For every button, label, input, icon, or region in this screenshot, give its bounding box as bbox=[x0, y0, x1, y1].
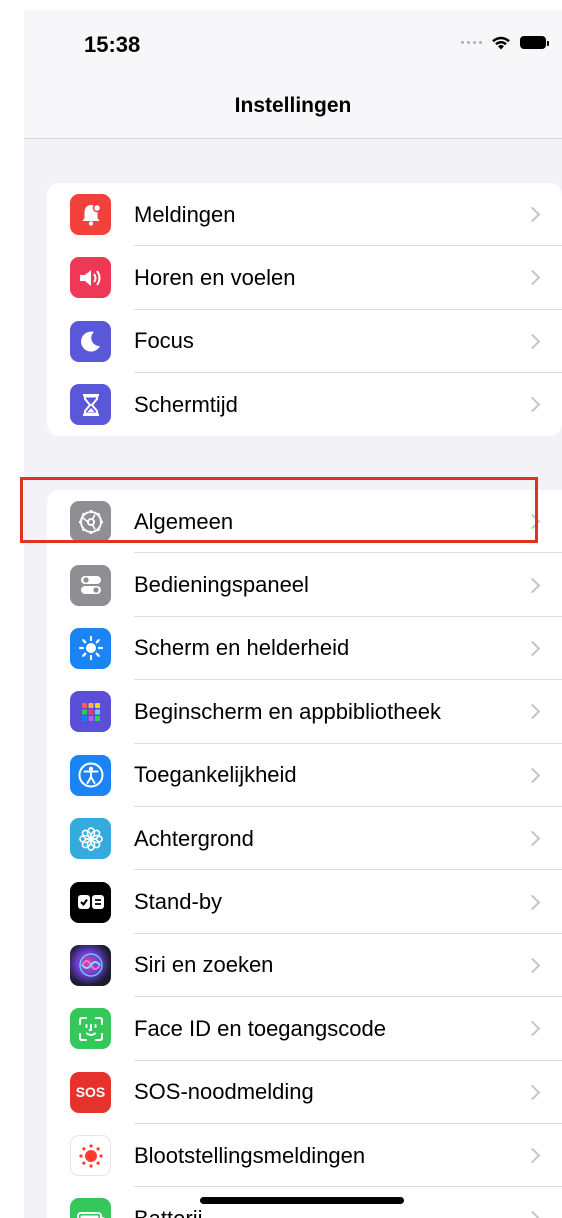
row-label: Horen en voelen bbox=[134, 264, 296, 290]
row-label: Algemeen bbox=[134, 508, 234, 534]
chevron-right-icon bbox=[524, 1021, 541, 1037]
settings-row-sos-noodmelding[interactable]: SOS SOS-noodmelding bbox=[47, 1061, 562, 1124]
settings-row-toegankelijkheid[interactable]: Toegankelijkheid bbox=[47, 744, 562, 807]
chevron-right-icon bbox=[524, 1147, 541, 1164]
chevron-right-icon bbox=[524, 577, 541, 593]
moon-icon bbox=[70, 320, 111, 362]
chevron-right-icon bbox=[524, 1211, 541, 1218]
settings-row-bedieningspaneel[interactable]: Bedieningspaneel bbox=[47, 553, 562, 617]
chevron-right-icon bbox=[524, 894, 541, 910]
chevron-right-icon bbox=[524, 396, 541, 413]
exposure-icon bbox=[70, 1135, 111, 1177]
row-label: Blootstellingsmeldingen bbox=[134, 1142, 366, 1168]
row-label: Schermtijd bbox=[134, 391, 238, 417]
settings-screen: 15:38 Instellingen Meldingen Horen en vo… bbox=[24, 10, 562, 1218]
flower-icon bbox=[70, 818, 111, 860]
settings-row-scherm-en-helderheid[interactable]: Scherm en helderheid bbox=[47, 617, 562, 681]
row-label: Toegankelijkheid bbox=[134, 762, 297, 788]
row-label: Siri en zoeken bbox=[134, 952, 274, 978]
settings-row-stand-by[interactable]: Stand-by bbox=[47, 870, 562, 934]
navigation-header: 15:38 Instellingen bbox=[24, 10, 562, 139]
accessibility-icon bbox=[70, 754, 111, 796]
row-label: Meldingen bbox=[134, 201, 236, 227]
status-time: 15:38 bbox=[84, 32, 141, 57]
settings-group-2: Algemeen Bedieningspaneel Scherm en held… bbox=[47, 490, 562, 1218]
settings-row-focus[interactable]: Focus bbox=[47, 310, 562, 373]
settings-row-beginscherm[interactable]: Beginscherm en appbibliotheek bbox=[47, 680, 562, 744]
wifi-icon bbox=[492, 36, 510, 50]
settings-row-face-id[interactable]: Face ID en toegangscode bbox=[47, 997, 562, 1061]
settings-row-schermtijd[interactable]: Schermtijd bbox=[47, 373, 562, 436]
sos-icon: SOS bbox=[70, 1071, 111, 1113]
cellular-dots-icon bbox=[461, 40, 482, 44]
toggles-icon bbox=[70, 564, 111, 606]
sun-icon bbox=[70, 627, 111, 669]
settings-row-algemeen[interactable]: Algemeen bbox=[47, 490, 562, 554]
settings-row-achtergrond[interactable]: Achtergrond bbox=[47, 807, 562, 871]
siri-icon bbox=[70, 944, 111, 986]
chevron-right-icon bbox=[524, 206, 541, 223]
settings-row-siri-en-zoeken[interactable]: Siri en zoeken bbox=[47, 934, 562, 998]
battery-icon bbox=[520, 35, 549, 49]
app-grid-icon bbox=[70, 691, 111, 733]
settings-row-horen-en-voelen[interactable]: Horen en voelen bbox=[47, 246, 562, 310]
chevron-right-icon bbox=[524, 1084, 541, 1100]
chevron-right-icon bbox=[524, 830, 541, 847]
status-icons bbox=[461, 34, 549, 50]
row-label: Beginscherm en appbibliotheek bbox=[134, 698, 441, 724]
home-indicator[interactable] bbox=[200, 1197, 404, 1204]
face-id-icon bbox=[70, 1008, 111, 1050]
sos-icon-text: SOS bbox=[75, 1084, 106, 1101]
row-label: Achtergrond bbox=[134, 825, 254, 851]
settings-group-1: Meldingen Horen en voelen Focus Schermti… bbox=[47, 183, 562, 436]
row-label: Face ID en toegangscode bbox=[134, 1015, 386, 1041]
row-label: Stand-by bbox=[134, 889, 223, 915]
standby-icon bbox=[70, 881, 111, 923]
chevron-right-icon bbox=[524, 640, 541, 657]
page-title: Instellingen bbox=[234, 94, 352, 117]
bell-icon bbox=[70, 194, 111, 236]
settings-row-blootstellingsmeldingen[interactable]: Blootstellingsmeldingen bbox=[47, 1124, 562, 1188]
settings-row-meldingen[interactable]: Meldingen bbox=[47, 183, 562, 247]
hourglass-icon bbox=[70, 384, 111, 426]
row-label: Focus bbox=[134, 328, 194, 354]
row-label: Bedieningspaneel bbox=[134, 572, 309, 598]
row-label: SOS-noodmelding bbox=[134, 1079, 314, 1105]
battery-icon bbox=[70, 1198, 111, 1218]
chevron-right-icon bbox=[524, 704, 541, 720]
gear-icon bbox=[70, 501, 111, 543]
speaker-icon bbox=[70, 257, 111, 299]
row-label: Scherm en helderheid bbox=[134, 635, 350, 661]
chevron-right-icon bbox=[524, 333, 541, 350]
chevron-right-icon bbox=[524, 957, 541, 974]
chevron-right-icon bbox=[524, 270, 541, 286]
row-label: Batterij bbox=[134, 1206, 202, 1218]
chevron-right-icon bbox=[524, 767, 541, 784]
chevron-right-icon bbox=[524, 513, 541, 530]
